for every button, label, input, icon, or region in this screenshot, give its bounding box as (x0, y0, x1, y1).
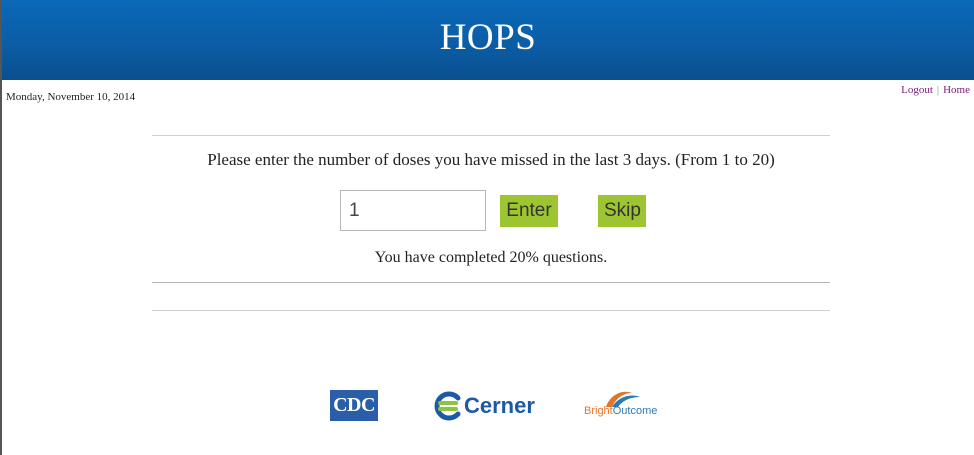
cerner-logo-text: Cerner (464, 393, 535, 418)
top-nav: Logout | Home (901, 84, 970, 96)
brightoutcome-text-outcome: Outcome (612, 405, 658, 417)
enter-button[interactable]: Enter (500, 195, 558, 227)
home-link[interactable]: Home (943, 84, 970, 96)
progress-text: You have completed 20% questions. (374, 249, 608, 266)
brightoutcome-text-bright: Bright (584, 405, 613, 417)
app-title: HOPS (439, 16, 537, 58)
brightoutcome-logo-text: BrightOutcome (584, 405, 657, 417)
answer-row: Enter Skip (340, 190, 646, 232)
cdc-logo-text: CDC (333, 394, 375, 416)
app-header: HOPS (2, 0, 974, 80)
logout-link[interactable]: Logout (901, 84, 933, 96)
doses-input[interactable] (340, 190, 486, 231)
nav-separator: | (936, 84, 940, 96)
divider-bottom (152, 310, 830, 311)
brightoutcome-logo: BrightOutcome (584, 389, 674, 425)
question-text: Please enter the number of doses you hav… (207, 150, 775, 169)
skip-button[interactable]: Skip (598, 195, 646, 227)
divider-top (152, 135, 830, 136)
cerner-mark-icon (434, 391, 461, 421)
divider-middle (152, 282, 830, 283)
cdc-logo: CDC (330, 390, 378, 421)
current-date: Monday, November 10, 2014 (6, 91, 136, 103)
cerner-logo: Cerner (432, 388, 535, 424)
footer-logos: CDC Cerner BrightOutcome (2, 385, 974, 425)
